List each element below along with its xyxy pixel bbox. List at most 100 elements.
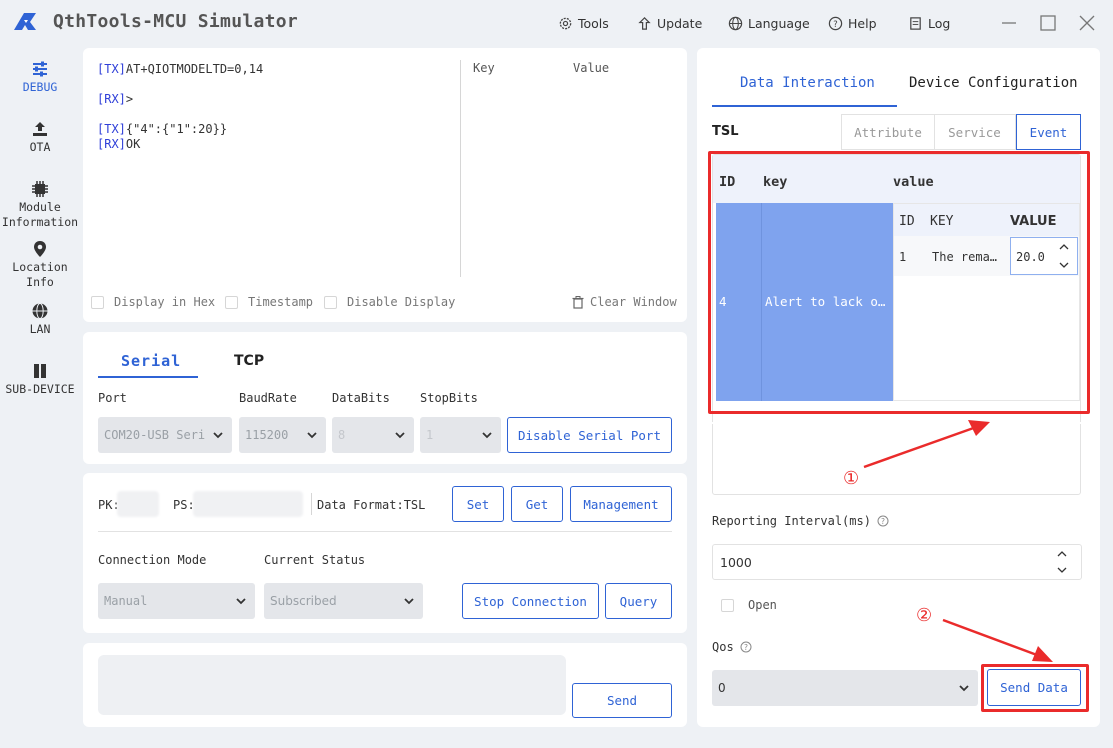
tools-label: Tools [578,15,609,31]
log-menu[interactable]: Log [908,14,950,32]
segment-service[interactable]: Service [934,114,1016,150]
log-tag: [RX] [97,137,126,151]
location-pin-icon [34,241,46,257]
app-logo-icon [14,13,36,30]
tab-underline [712,105,897,107]
tools-menu[interactable]: Tools [558,14,609,32]
databits-select[interactable]: 8 [332,417,414,453]
sliders-icon [33,61,47,77]
management-button[interactable]: Management [570,486,672,522]
chevron-down-icon [482,432,492,439]
help-menu[interactable]: ? Help [828,14,877,32]
chevron-down-icon [959,685,969,692]
hex-option[interactable]: Display in Hex [91,295,215,309]
baudrate-value: 115200 [245,428,289,442]
baudrate-select[interactable]: 115200 [239,417,326,453]
annotation-marker-2: ② [916,605,933,626]
log-output[interactable]: [TX] AT+QIOTMODELTD=0,14 [RX]> [TX]{"4":{… [97,62,457,152]
update-label: Update [657,15,703,31]
data-format-label: Data Format:TSL [317,498,426,512]
app-title: QthTools-MCU Simulator [53,11,299,32]
qos-label: Qos ? [712,640,752,654]
segment-attribute[interactable]: Attribute [841,114,935,150]
stopbits-value: 1 [426,428,434,442]
svg-text:?: ? [744,643,748,652]
tab-device-configuration[interactable]: Device Configuration [909,75,1078,91]
chevron-down-icon [236,598,246,605]
chip-icon [32,181,48,197]
disable-serial-port-button[interactable]: Disable Serial Port [507,417,672,453]
close-button[interactable] [1076,12,1098,34]
update-menu[interactable]: Update [637,14,702,32]
log-line: [RX]> [97,92,457,107]
clear-window-button[interactable]: Clear Window [572,295,677,309]
reporting-interval-value: 1000 [720,555,752,570]
annotation-box-tsl [708,151,1090,414]
log-text: {"4":{"1":20}} [125,122,228,136]
divider [311,493,312,515]
current-status-label: Current Status [264,553,366,567]
globe-icon [728,16,743,30]
get-button[interactable]: Get [511,486,563,522]
sidebar-item-lan[interactable]: LAN [0,302,80,337]
stop-connection-button[interactable]: Stop Connection [462,583,599,619]
sidebar-item-debug[interactable]: DEBUG [0,60,80,95]
log-line: [TX]{"4":{"1":20}} [97,122,457,137]
log-line: [RX]OK [97,137,457,152]
qos-select[interactable]: 0 [712,670,978,706]
chevron-down-icon [404,598,414,605]
upload-icon [33,122,47,136]
timestamp-option[interactable]: Timestamp [225,295,313,309]
divider [460,60,461,277]
stopbits-select[interactable]: 1 [420,417,501,453]
open-option[interactable]: Open [721,598,777,612]
query-button[interactable]: Query [605,583,672,619]
arrow-up-icon [638,16,651,30]
sidebar-item-location-info[interactable]: Location Info [0,240,80,290]
log-tag: [TX] [97,122,126,136]
sidebar-item-label: OTA [29,140,51,154]
sidebar-item-sub-device[interactable]: SUB-DEVICE [0,362,80,397]
connection-mode-select[interactable]: Manual [98,583,255,619]
send-input[interactable] [98,655,566,715]
title-bar: QthTools-MCU Simulator Tools Update Lang… [0,0,1113,46]
chevron-down-icon [395,432,405,439]
serial-panel: Serial TCP Port BaudRate DataBits StopBi… [83,332,687,464]
segment-event[interactable]: Event [1016,114,1081,150]
databits-value: 8 [338,428,346,442]
tsl-label: TSL [712,124,739,139]
kv-value-header: Value [573,61,610,75]
maximize-button[interactable] [1037,12,1059,34]
tab-tcp[interactable]: TCP [234,353,264,369]
tab-data-interaction[interactable]: Data Interaction [740,75,875,91]
sidebar-item-ota[interactable]: OTA [0,120,80,155]
set-button[interactable]: Set [452,486,504,522]
sidebar: DEBUG OTA Module Information Location In… [0,46,80,748]
minimize-button[interactable] [998,12,1020,34]
sidebar-item-label: SUB-DEVICE [5,382,75,396]
port-label: Port [98,391,127,405]
baudrate-label: BaudRate [239,391,297,405]
language-menu[interactable]: Language [728,14,810,32]
svg-text:?: ? [833,18,837,28]
hex-label: Display in Hex [114,295,216,309]
tab-serial[interactable]: Serial [121,352,181,370]
sidebar-item-label: Location Info [12,260,68,289]
gear-icon [559,17,572,29]
close-icon [1079,15,1095,31]
hex-checkbox[interactable] [91,295,104,309]
disable-display-checkbox[interactable] [324,295,337,309]
divider [98,531,672,532]
clear-window-label: Clear Window [590,295,677,309]
timestamp-checkbox[interactable] [225,295,238,309]
sidebar-item-module-information[interactable]: Module Information [0,180,80,230]
disable-display-option[interactable]: Disable Display [324,295,455,309]
maximize-icon [1040,15,1056,31]
annotation-box-send [981,664,1089,712]
open-label: Open [748,598,777,612]
port-select[interactable]: COM20-USB Seri [98,417,232,453]
current-status-select[interactable]: Subscribed [264,583,423,619]
send-button[interactable]: Send [572,683,672,718]
log-text: AT+QIOTMODELTD=0,14 [125,62,264,76]
open-checkbox[interactable] [721,598,734,612]
